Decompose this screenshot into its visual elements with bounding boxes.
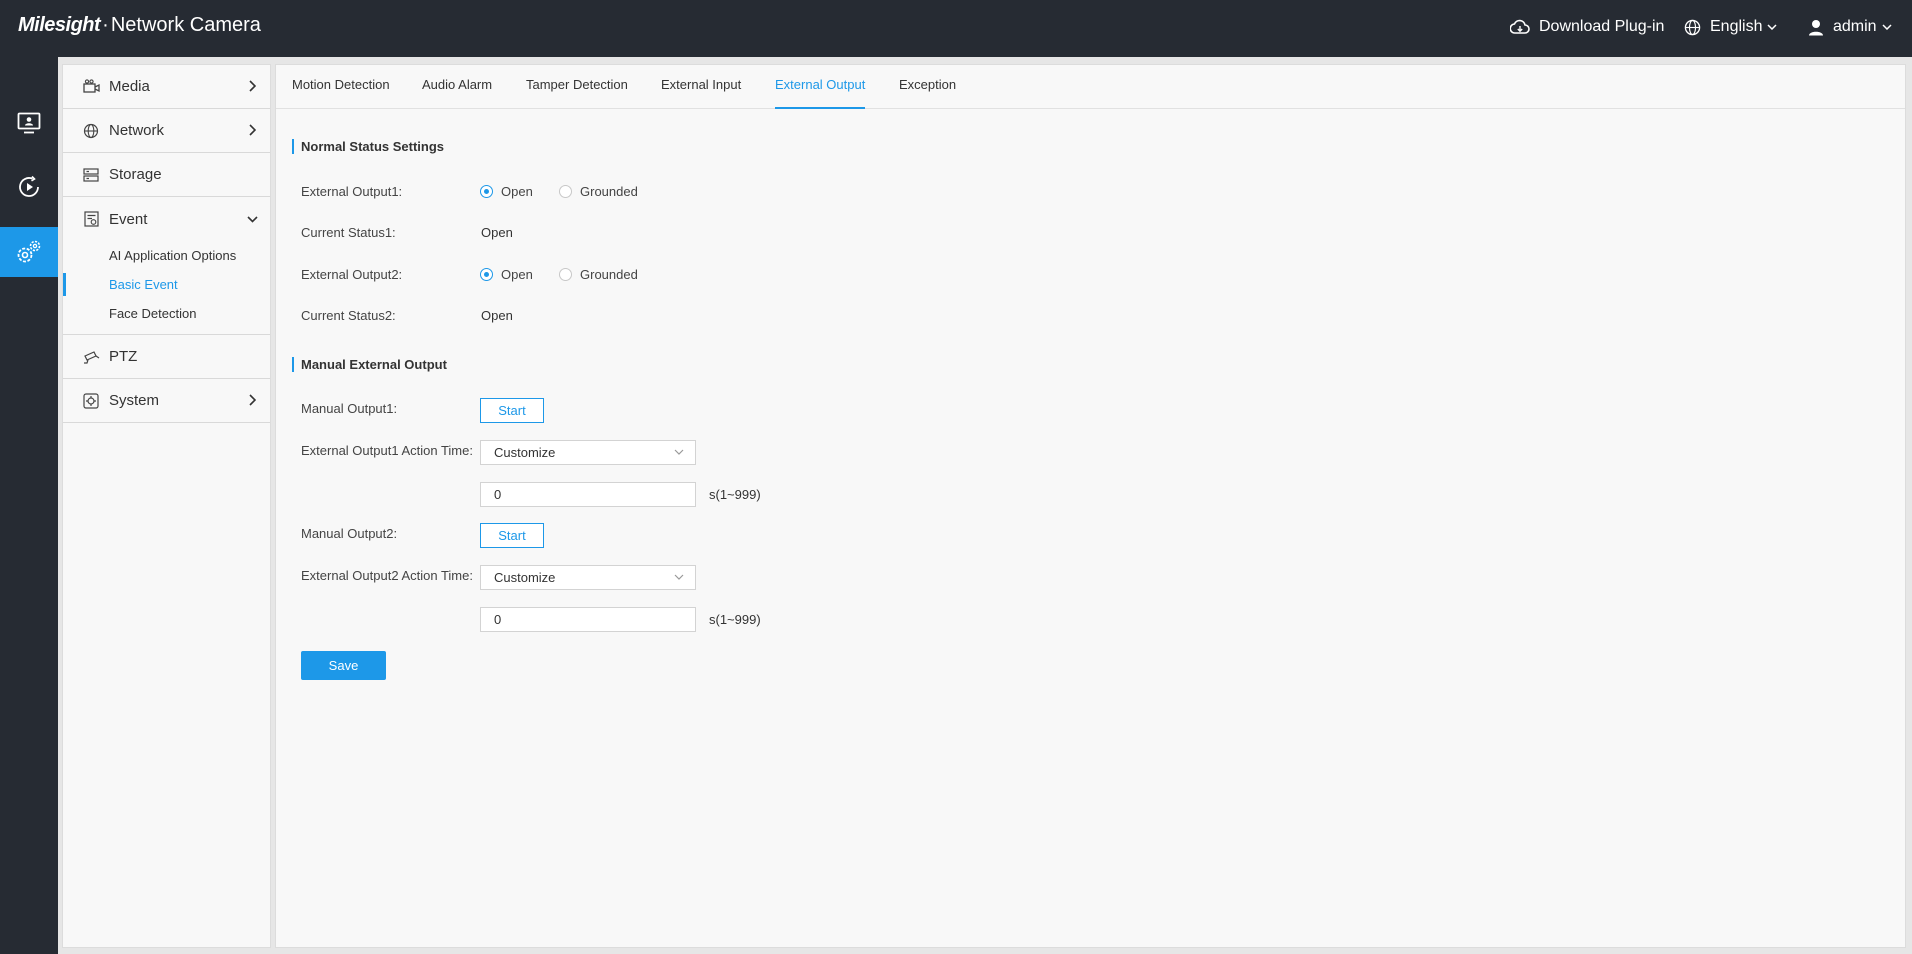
action-time2-unit: s(1~999) (709, 612, 761, 627)
user-name: admin (1833, 18, 1877, 35)
tab-bar: Motion Detection Audio Alarm Tamper Dete… (276, 65, 1905, 109)
sidebar-item-storage[interactable]: Storage (63, 153, 270, 197)
manual-output1-label: Manual Output1: (301, 401, 398, 416)
manual-output1-start-button[interactable]: Start (480, 398, 544, 423)
current-status1-label: Current Status1: (301, 225, 396, 240)
rail-settings[interactable] (0, 227, 58, 277)
sidebar-item-network[interactable]: Network (63, 109, 270, 153)
save-button[interactable]: Save (301, 651, 386, 680)
radio-circle (559, 185, 572, 198)
playback-icon (19, 175, 39, 197)
action-time2-label: External Output2 Action Time: (301, 568, 473, 583)
radio-label: Grounded (580, 184, 638, 199)
download-plugin-button[interactable]: Download Plug-in (1510, 18, 1664, 36)
current-status2-label: Current Status2: (301, 308, 396, 323)
sidebar-subitem-ai-application-options[interactable]: AI Application Options (63, 241, 270, 270)
output2-open-radio[interactable]: Open (480, 267, 533, 282)
radio-label: Open (501, 184, 533, 199)
live-view-icon (17, 112, 41, 134)
chevron-down-icon (674, 574, 684, 580)
sidebar-item-system[interactable]: System (63, 379, 270, 423)
language-dropdown[interactable]: English (1684, 18, 1786, 36)
sidebar-item-label: System (109, 392, 160, 409)
chevron-right-icon (249, 124, 256, 136)
sidebar-subitem-face-detection[interactable]: Face Detection (63, 299, 270, 328)
action-time1-label: External Output1 Action Time: (301, 443, 473, 458)
output2-grounded-radio[interactable]: Grounded (559, 267, 638, 282)
output1-open-radio[interactable]: Open (480, 184, 533, 199)
user-menu[interactable]: admin (1808, 18, 1901, 36)
manual-output2-label: Manual Output2: (301, 526, 398, 541)
tab-tamper-detection[interactable]: Tamper Detection (526, 77, 628, 109)
radio-label: Grounded (580, 267, 638, 282)
chevron-right-icon (249, 394, 256, 406)
language-label: English (1710, 18, 1763, 35)
external-output1-label: External Output1: (301, 184, 403, 199)
tab-motion-detection[interactable]: Motion Detection (292, 77, 390, 109)
sidebar-item-label: Network (109, 122, 165, 139)
sidebar-group-event: Event AI Application Options Basic Event… (63, 197, 270, 335)
current-status1-value: Open (481, 225, 513, 240)
chevron-down-icon (674, 449, 684, 455)
output1-grounded-radio[interactable]: Grounded (559, 184, 638, 199)
sidebar-item-media[interactable]: Media (63, 65, 270, 109)
sidebar-item-label: Media (109, 78, 150, 95)
action-time2-select[interactable]: Customize (480, 565, 696, 590)
sidebar-item-label: Event (109, 210, 148, 228)
external-output2-label: External Output2: (301, 267, 403, 282)
globe-icon (82, 122, 100, 140)
radio-circle (559, 268, 572, 281)
product-name: Network Camera (110, 14, 261, 36)
tab-external-input[interactable]: External Input (661, 77, 741, 109)
system-icon (82, 392, 100, 410)
radio-label: Open (501, 267, 533, 282)
radio-circle-selected (480, 268, 493, 281)
logo-dot: · (102, 14, 109, 36)
main-panel: Motion Detection Audio Alarm Tamper Dete… (275, 64, 1906, 948)
sidebar-item-label: Storage (109, 166, 162, 183)
action-time1-input[interactable] (480, 482, 696, 507)
event-submenu: AI Application Options Basic Event Face … (63, 241, 270, 334)
section-title-manual-output: Manual External Output (292, 357, 447, 372)
chevron-right-icon (249, 80, 256, 92)
radio-circle-selected (480, 185, 493, 198)
app-logo[interactable]: Milesight · Network Camera (18, 14, 261, 37)
current-status2-value: Open (481, 308, 513, 323)
sidebar-item-event[interactable]: Event (63, 197, 270, 241)
rail-playback[interactable] (0, 162, 58, 212)
brand-name: Milesight (18, 14, 101, 36)
sidebar-subitem-basic-event[interactable]: Basic Event (63, 270, 270, 299)
globe-icon (1684, 19, 1701, 35)
storage-icon (82, 166, 100, 184)
camera-icon (82, 78, 100, 96)
chevron-down-icon (1882, 24, 1892, 30)
sidebar-item-ptz[interactable]: PTZ (63, 335, 270, 379)
sidebar-item-label: PTZ (109, 348, 138, 365)
top-bar: Milesight · Network Camera Download Plug-i… (0, 0, 1912, 57)
user-icon (1809, 19, 1823, 35)
select-value: Customize (494, 445, 556, 460)
chevron-down-icon (1767, 24, 1778, 30)
download-plugin-label: Download Plug-in (1539, 18, 1665, 35)
select-value: Customize (494, 570, 556, 585)
rail-live-view[interactable] (0, 98, 58, 148)
action-time2-input[interactable] (480, 607, 696, 632)
side-menu: Media Network Storage Event AI Applicati… (62, 64, 271, 948)
manual-output2-start-button[interactable]: Start (480, 523, 544, 548)
cloud-download-icon (1510, 19, 1530, 34)
settings-icon (17, 240, 41, 263)
action-time1-unit: s(1~999) (709, 487, 761, 502)
action-time1-select[interactable]: Customize (480, 440, 696, 465)
tab-external-output[interactable]: External Output (775, 77, 866, 109)
event-icon (82, 210, 100, 228)
ptz-icon (82, 348, 100, 366)
section-title-normal-status: Normal Status Settings (292, 139, 444, 154)
tab-audio-alarm[interactable]: Audio Alarm (422, 77, 492, 109)
tab-exception[interactable]: Exception (899, 77, 956, 109)
left-rail (0, 57, 58, 954)
chevron-down-icon (247, 216, 258, 223)
